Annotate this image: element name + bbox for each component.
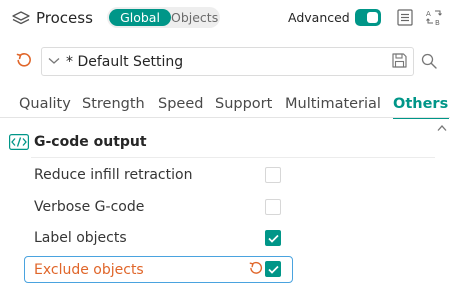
preset-row: * Default Setting [0,44,450,80]
tab-others[interactable]: Others [393,94,448,114]
check-icon [268,234,279,243]
process-panel: Process Global Objects Advanced A B * De… [0,0,450,284]
reset-icon[interactable] [16,52,32,68]
svg-text:B: B [435,19,440,26]
tab-strength[interactable]: Strength [82,94,145,114]
section-title: G-code output [34,134,147,150]
mode-switch: Global Objects [107,7,220,28]
save-icon[interactable] [392,53,407,68]
mode-global-button[interactable]: Global [109,9,171,26]
process-title: Process [36,9,93,27]
gcode-icon [9,134,29,150]
svg-text:A: A [426,10,431,18]
preset-select[interactable]: * Default Setting [41,47,414,76]
preset-value: * Default Setting [66,54,184,70]
tabs-divider [0,117,450,118]
tab-quality[interactable]: Quality [19,94,71,114]
checkbox-exclude-objects[interactable] [265,261,281,277]
process-header: Process Global Objects Advanced A B [0,0,450,36]
settings-tabs: Quality Strength Speed Support Multimate… [0,90,450,120]
tab-speed[interactable]: Speed [158,94,203,114]
layers-icon [12,11,30,25]
mode-objects-button[interactable]: Objects [171,9,219,26]
advanced-label: Advanced [288,10,350,25]
tab-support[interactable]: Support [215,94,272,114]
option-label-reduce-infill-retraction: Reduce infill retraction [34,167,193,183]
scroll-up-arrow-icon[interactable] [437,124,447,132]
advanced-toggle[interactable] [355,9,381,26]
checkbox-label-objects[interactable] [265,230,281,246]
chevron-down-icon [48,58,60,64]
section-divider [31,157,435,158]
checkbox-verbose-gcode[interactable] [265,199,281,215]
option-label-exclude-objects: Exclude objects [34,262,144,278]
toggle-knob [367,12,378,23]
check-icon [268,265,279,274]
tab-multimaterial[interactable]: Multimaterial [285,94,381,114]
list-icon[interactable] [397,9,413,26]
reset-icon[interactable] [249,261,263,275]
checkbox-reduce-infill-retraction[interactable] [265,167,281,183]
option-label-label-objects: Label objects [34,230,127,246]
option-label-verbose-gcode: Verbose G-code [34,199,145,215]
compare-icon[interactable]: A B [425,8,443,26]
search-icon[interactable] [421,53,437,69]
